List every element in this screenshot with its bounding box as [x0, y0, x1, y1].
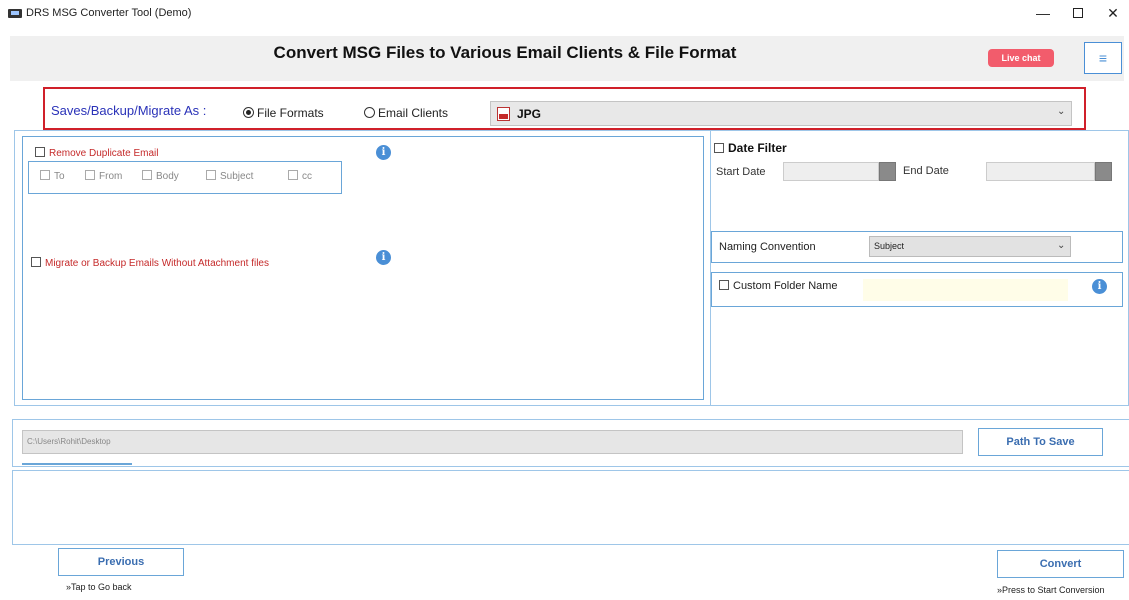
field-to-checkbox[interactable]: To: [40, 170, 65, 182]
saveas-label: Saves/Backup/Migrate As :: [51, 103, 207, 118]
minimize-button[interactable]: —: [1026, 2, 1060, 24]
no-attachments-label: Migrate or Backup Emails Without Attachm…: [45, 258, 269, 269]
field-label: Subject: [220, 171, 254, 182]
custom-folder-checkbox[interactable]: Custom Folder Name: [719, 280, 838, 292]
no-attachments-checkbox[interactable]: Migrate or Backup Emails Without Attachm…: [31, 257, 269, 269]
checkbox-icon: [714, 143, 724, 153]
previous-button[interactable]: Previous: [58, 548, 184, 576]
field-label: cc: [302, 171, 312, 182]
date-filter-label: Date Filter: [728, 141, 787, 155]
live-chat-button[interactable]: Live chat: [988, 49, 1054, 67]
checkbox-icon: [206, 170, 216, 180]
checkbox-icon: [142, 170, 152, 180]
format-dropdown[interactable]: JPG ⌄: [490, 101, 1072, 126]
start-date-calendar-icon[interactable]: [879, 162, 896, 181]
checkbox-icon: [35, 147, 45, 157]
file-formats-label: File Formats: [257, 106, 324, 120]
checkbox-icon: [40, 170, 50, 180]
email-clients-label: Email Clients: [378, 106, 449, 120]
saveas-bar: Saves/Backup/Migrate As : File Formats E…: [43, 87, 1086, 130]
checkbox-icon: [288, 170, 298, 180]
email-clients-radio[interactable]: Email Clients: [364, 106, 448, 120]
date-filter-checkbox[interactable]: Date Filter: [714, 141, 787, 155]
chevron-down-icon: ⌄: [1057, 240, 1066, 251]
end-date-calendar-icon[interactable]: [1095, 162, 1112, 181]
start-date-input[interactable]: [783, 162, 879, 181]
naming-selected-value: Subject: [874, 241, 905, 251]
field-body-checkbox[interactable]: Body: [142, 170, 179, 182]
info-icon[interactable]: i: [1092, 279, 1107, 294]
radio-unselected-icon: [364, 107, 375, 118]
radio-selected-icon: [243, 107, 254, 118]
save-path-input[interactable]: C:\Users\Rohit\Desktop: [22, 430, 963, 454]
previous-hint: »Tap to Go back: [66, 582, 132, 592]
path-underline: [22, 463, 132, 465]
file-format-icon: [497, 107, 510, 121]
close-button[interactable]: ✕: [1096, 2, 1129, 24]
checkbox-icon: [719, 280, 729, 290]
field-subject-checkbox[interactable]: Subject: [206, 170, 253, 182]
chevron-down-icon: ⌄: [1057, 106, 1066, 117]
checkbox-icon: [85, 170, 95, 180]
checkbox-icon: [31, 257, 41, 267]
format-selected-value: JPG: [517, 107, 542, 121]
end-date-input[interactable]: [986, 162, 1095, 181]
window-title: DRS MSG Converter Tool (Demo): [26, 7, 192, 19]
custom-folder-label: Custom Folder Name: [733, 280, 838, 292]
field-from-checkbox[interactable]: From: [85, 170, 122, 182]
header-bar: Convert MSG Files to Various Email Clien…: [10, 36, 1124, 81]
maximize-button[interactable]: [1061, 2, 1095, 24]
remove-duplicate-label: Remove Duplicate Email: [49, 148, 159, 159]
naming-convention-dropdown[interactable]: Subject ⌄: [869, 236, 1071, 257]
field-label: From: [99, 171, 123, 182]
maximize-icon: [1073, 8, 1083, 18]
info-icon[interactable]: i: [376, 145, 391, 160]
remove-duplicate-checkbox[interactable]: Remove Duplicate Email: [35, 147, 159, 159]
menu-button[interactable]: ≡: [1084, 42, 1122, 74]
field-cc-checkbox[interactable]: cc: [288, 170, 312, 182]
path-to-save-button[interactable]: Path To Save: [978, 428, 1103, 456]
info-icon[interactable]: i: [376, 250, 391, 265]
convert-button[interactable]: Convert: [997, 550, 1124, 578]
app-logo-icon: [8, 9, 22, 18]
start-date-label: Start Date: [716, 166, 766, 178]
convert-hint: »Press to Start Conversion: [997, 585, 1105, 595]
end-date-label: End Date: [903, 165, 949, 177]
log-area: [12, 470, 1129, 545]
file-formats-radio[interactable]: File Formats: [243, 106, 324, 120]
field-label: Body: [156, 171, 179, 182]
page-title: Convert MSG Files to Various Email Clien…: [273, 43, 737, 62]
hamburger-menu-icon: ≡: [1098, 50, 1108, 66]
field-label: To: [54, 171, 65, 182]
custom-folder-input[interactable]: [863, 279, 1068, 301]
naming-convention-label: Naming Convention: [719, 241, 816, 253]
